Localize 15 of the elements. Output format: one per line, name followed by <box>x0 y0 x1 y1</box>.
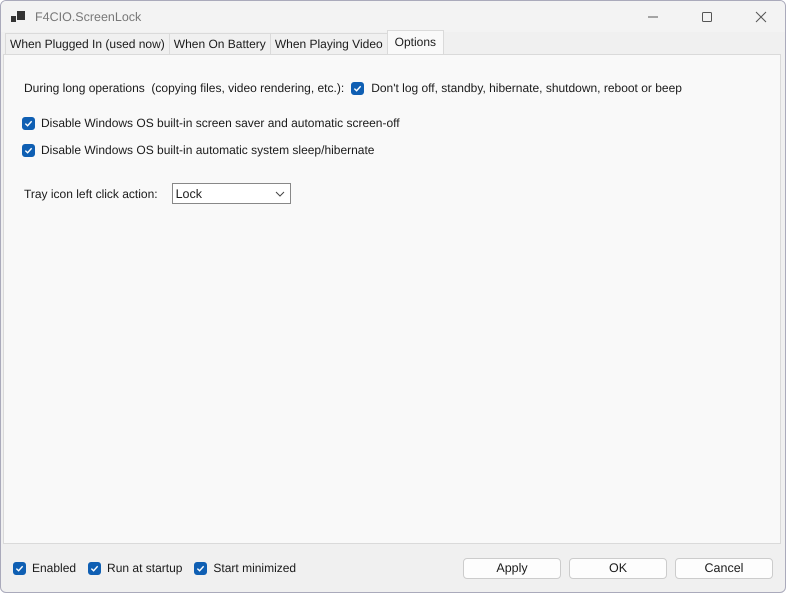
tray-action-label: Tray icon left click action: <box>24 186 158 200</box>
checkbox-label: Don't log off, standby, hibernate, shutdown, reboot or beep <box>371 81 682 95</box>
checkbox-label: Disable Windows OS built-in automatic system sleep/hibernate <box>41 143 374 157</box>
tab[interactable]: When Plugged In (used now) <box>5 33 170 54</box>
tab[interactable]: Options <box>386 30 444 54</box>
checkbox-label: Run at startup <box>107 561 182 575</box>
checkbox-label: Enabled <box>32 561 76 575</box>
tray-action-dropdown[interactable]: Lock <box>172 183 291 204</box>
dialog-button[interactable]: Cancel <box>675 558 773 578</box>
checkbox-label: Disable Windows OS built-in screen saver and automatic screen-off <box>41 116 400 130</box>
checkbox-label: Start minimized <box>213 561 296 575</box>
window-title: F4CIO.ScreenLock <box>35 10 142 24</box>
dialog-button[interactable]: OK <box>569 558 667 578</box>
long-operations-label: During long operations (copying files, video rendering, etc.): <box>24 81 344 95</box>
dialog-button[interactable]: Apply <box>463 558 561 578</box>
